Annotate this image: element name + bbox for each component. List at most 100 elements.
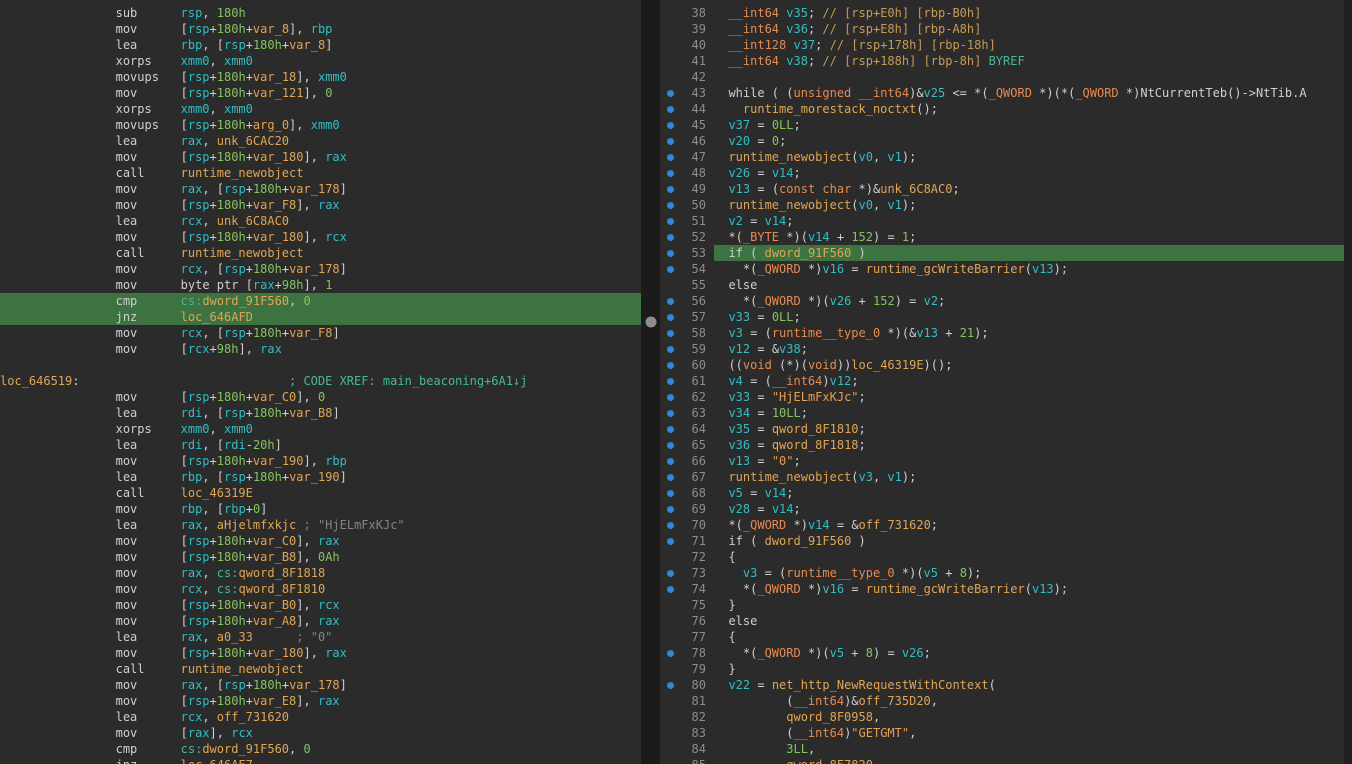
pseudocode-line[interactable]: 45 v37 = 0LL; [660, 117, 1344, 133]
asm-line[interactable]: mov byte ptr [rax+98h], 1 [0, 277, 641, 293]
pseudocode-line[interactable]: 66 v13 = "0"; [660, 453, 1344, 469]
pseudocode-line[interactable]: 76 else [660, 613, 1344, 629]
pseudocode-line[interactable]: 73 v3 = (runtime__type_0 *)(v5 + 8); [660, 565, 1344, 581]
asm-line[interactable]: mov [rsp+180h+var_E8], rax [0, 693, 641, 709]
asm-line[interactable]: mov [rsp+180h+var_C0], 0 [0, 389, 641, 405]
pseudocode-line[interactable]: 47 runtime_newobject(v0, v1); [660, 149, 1344, 165]
pseudocode-line[interactable]: 51 v2 = v14; [660, 213, 1344, 229]
asm-line[interactable]: mov [rsp+180h+var_190], rbp [0, 453, 641, 469]
pseudocode-line[interactable]: 84 3LL, [660, 741, 1344, 757]
asm-line[interactable]: loc_646519: ; CODE XREF: main_beaconing+… [0, 373, 641, 389]
pseudocode-line[interactable]: 64 v35 = qword_8F1810; [660, 421, 1344, 437]
asm-line[interactable]: xorps xmm0, xmm0 [0, 421, 641, 437]
asm-line[interactable]: call runtime_newobject [0, 165, 641, 181]
pseudocode-line[interactable]: 71 if ( dword_91F560 ) [660, 533, 1344, 549]
asm-line[interactable]: mov rax, [rsp+180h+var_178] [0, 181, 641, 197]
asm-line[interactable]: mov [rsp+180h+var_180], rax [0, 645, 641, 661]
asm-line[interactable]: movups [rsp+180h+var_18], xmm0 [0, 69, 641, 85]
pseudocode-line[interactable]: 80 v22 = net_http_NewRequestWithContext( [660, 677, 1344, 693]
asm-line[interactable]: lea rax, unk_6CAC20 [0, 133, 641, 149]
pseudocode-pane[interactable]: 38 __int64 v35; // [rsp+E0h] [rbp-B0h] 39… [660, 0, 1344, 764]
pseudocode-line[interactable]: 75 } [660, 597, 1344, 613]
pseudocode-line[interactable]: 70 *(_QWORD *)v14 = &off_731620; [660, 517, 1344, 533]
asm-line[interactable]: lea rcx, off_731620 [0, 709, 641, 725]
asm-line[interactable]: mov rax, [rsp+180h+var_178] [0, 677, 641, 693]
pseudocode-line[interactable]: 79 } [660, 661, 1344, 677]
pseudocode-line[interactable]: 38 __int64 v35; // [rsp+E0h] [rbp-B0h] [660, 5, 1344, 21]
pseudocode-line[interactable]: 43 while ( (unsigned __int64)&v25 <= *(_… [660, 85, 1344, 101]
pseudocode-line[interactable]: 77 { [660, 629, 1344, 645]
splitter-grip-icon[interactable] [645, 316, 656, 328]
asm-line[interactable]: xorps xmm0, xmm0 [0, 101, 641, 117]
pseudocode-line[interactable]: 44 runtime_morestack_noctxt(); [660, 101, 1344, 117]
asm-line[interactable]: mov rax, cs:qword_8F1818 [0, 565, 641, 581]
asm-line[interactable]: mov rbp, [rbp+0] [0, 501, 641, 517]
pseudocode-line[interactable]: 65 v36 = qword_8F1818; [660, 437, 1344, 453]
asm-line[interactable]: mov [rsp+180h+var_180], rcx [0, 229, 641, 245]
pseudocode-line[interactable]: 69 v28 = v14; [660, 501, 1344, 517]
asm-line[interactable]: lea rax, aHjelmfxkjc ; "HjELmFxKJc" [0, 517, 641, 533]
asm-line[interactable]: call loc_46319E [0, 485, 641, 501]
pseudocode-line[interactable]: 42 [660, 69, 1344, 85]
asm-line[interactable]: mov [rsp+180h+var_B8], 0Ah [0, 549, 641, 565]
pseudocode-line[interactable]: 57 v33 = 0LL; [660, 309, 1344, 325]
asm-line[interactable]: mov [rsp+180h+var_B0], rcx [0, 597, 641, 613]
asm-line[interactable]: mov rcx, [rsp+180h+var_F8] [0, 325, 641, 341]
asm-line[interactable]: mov [rsp+180h+var_A8], rax [0, 613, 641, 629]
pseudocode-line[interactable]: 63 v34 = 10LL; [660, 405, 1344, 421]
pseudocode-line[interactable]: 46 v20 = 0; [660, 133, 1344, 149]
pseudocode-line[interactable]: 72 { [660, 549, 1344, 565]
pseudocode-line[interactable]: 62 v33 = "HjELmFxKJc"; [660, 389, 1344, 405]
pseudocode-line[interactable]: 48 v26 = v14; [660, 165, 1344, 181]
asm-line[interactable]: lea rcx, unk_6C8AC0 [0, 213, 641, 229]
asm-line[interactable]: lea rdi, [rsp+180h+var_B8] [0, 405, 641, 421]
asm-line[interactable]: jnz loc_646AE7 [0, 757, 641, 764]
asm-line[interactable]: jnz loc_646AFD [0, 309, 641, 325]
pseudocode-line[interactable]: 54 *(_QWORD *)v16 = runtime_gcWriteBarri… [660, 261, 1344, 277]
pseudocode-line[interactable]: 49 v13 = (const char *)&unk_6C8AC0; [660, 181, 1344, 197]
pseudocode-line[interactable]: 58 v3 = (runtime__type_0 *)(&v13 + 21); [660, 325, 1344, 341]
pseudocode-line[interactable]: 85 qword_8E7820, [660, 757, 1344, 764]
pseudocode-line[interactable]: 50 runtime_newobject(v0, v1); [660, 197, 1344, 213]
asm-line[interactable]: lea rbp, [rsp+180h+var_190] [0, 469, 641, 485]
asm-line[interactable]: movups [rsp+180h+arg_0], xmm0 [0, 117, 641, 133]
asm-line[interactable]: xorps xmm0, xmm0 [0, 53, 641, 69]
asm-line[interactable]: lea rbp, [rsp+180h+var_8] [0, 37, 641, 53]
vertical-scrollbar[interactable] [1344, 0, 1352, 764]
asm-line[interactable]: mov rcx, [rsp+180h+var_178] [0, 261, 641, 277]
pseudocode-line[interactable]: 41 __int64 v38; // [rsp+188h] [rbp-8h] B… [660, 53, 1344, 69]
pseudocode-line[interactable]: 67 runtime_newobject(v3, v1); [660, 469, 1344, 485]
asm-line[interactable]: mov rcx, cs:qword_8F1810 [0, 581, 641, 597]
pseudocode-line[interactable]: 55 else [660, 277, 1344, 293]
asm-line[interactable]: mov [rax], rcx [0, 725, 641, 741]
pseudocode-line[interactable]: 78 *(_QWORD *)(v5 + 8) = v26; [660, 645, 1344, 661]
pseudocode-line[interactable]: 83 (__int64)"GETGMT", [660, 725, 1344, 741]
asm-line[interactable] [0, 357, 641, 373]
pseudocode-line[interactable]: 56 *(_QWORD *)(v26 + 152) = v2; [660, 293, 1344, 309]
pseudocode-line[interactable]: 52 *(_BYTE *)(v14 + 152) = 1; [660, 229, 1344, 245]
pseudocode-line[interactable]: 61 v4 = (__int64)v12; [660, 373, 1344, 389]
asm-line[interactable]: mov [rsp+180h+var_121], 0 [0, 85, 641, 101]
disassembly-pane[interactable]: sub rsp, 180h mov [rsp+180h+var_8], rbp … [0, 0, 641, 764]
asm-line[interactable]: mov [rsp+180h+var_180], rax [0, 149, 641, 165]
asm-line[interactable]: mov [rsp+180h+var_F8], rax [0, 197, 641, 213]
asm-line[interactable]: call runtime_newobject [0, 661, 641, 677]
pseudocode-line[interactable]: 59 v12 = &v38; [660, 341, 1344, 357]
asm-line[interactable]: cmp cs:dword_91F560, 0 [0, 741, 641, 757]
pseudocode-line[interactable]: 53 if ( dword_91F560 ) [660, 245, 1344, 261]
pseudocode-line[interactable]: 74 *(_QWORD *)v16 = runtime_gcWriteBarri… [660, 581, 1344, 597]
asm-line[interactable]: mov [rsp+180h+var_C0], rax [0, 533, 641, 549]
asm-line[interactable]: call runtime_newobject [0, 245, 641, 261]
pseudocode-line[interactable]: 68 v5 = v14; [660, 485, 1344, 501]
pseudocode-line[interactable]: 40 __int128 v37; // [rsp+178h] [rbp-18h] [660, 37, 1344, 53]
asm-line[interactable]: sub rsp, 180h [0, 5, 641, 21]
asm-line[interactable]: mov [rsp+180h+var_8], rbp [0, 21, 641, 37]
asm-line[interactable]: lea rdi, [rdi-20h] [0, 437, 641, 453]
pseudocode-line[interactable]: 81 (__int64)&off_735D20, [660, 693, 1344, 709]
pseudocode-line[interactable]: 39 __int64 v36; // [rsp+E8h] [rbp-A8h] [660, 21, 1344, 37]
pseudocode-line[interactable]: 60 ((void (*)(void))loc_46319E)(); [660, 357, 1344, 373]
asm-line[interactable]: lea rax, a0_33 ; "0" [0, 629, 641, 645]
pane-splitter[interactable] [641, 0, 660, 764]
pseudocode-line[interactable]: 82 qword_8F0958, [660, 709, 1344, 725]
asm-line[interactable]: mov [rcx+98h], rax [0, 341, 641, 357]
